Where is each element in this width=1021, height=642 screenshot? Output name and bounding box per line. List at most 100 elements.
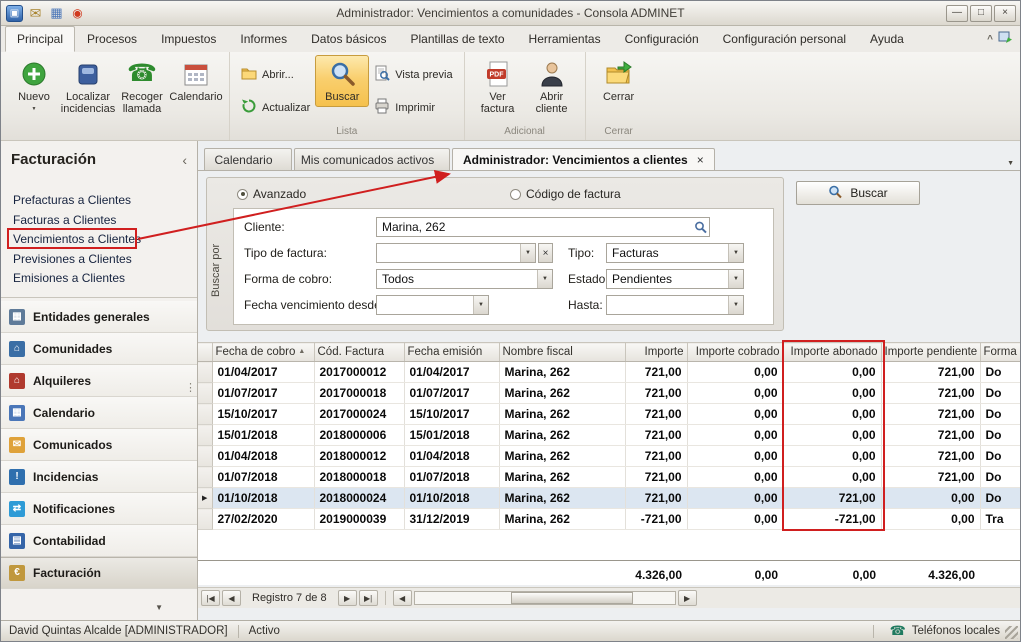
cell-forma[interactable]: Do <box>980 425 1020 446</box>
sidebar-module[interactable]: ! Incidencias <box>1 461 197 493</box>
collapse-ribbon-icon[interactable]: ^ <box>987 34 993 45</box>
cell-forma[interactable]: Do <box>980 488 1020 509</box>
col-importe-cobrado[interactable]: Importe cobrado <box>687 343 783 362</box>
restore-button[interactable]: □ <box>970 5 992 22</box>
calendario-button[interactable]: Calendario <box>169 55 223 107</box>
actualizar-button[interactable]: Actualizar <box>236 96 315 119</box>
cell-importe-pendiente[interactable]: 721,00 <box>881 362 980 383</box>
record-icon[interactable]: ◉ <box>69 5 86 22</box>
tipo-factura-select[interactable]: ▼ <box>376 243 536 263</box>
cliente-input[interactable]: Marina, 262 <box>376 217 710 237</box>
dropdown-icon[interactable]: ▼ <box>537 270 552 288</box>
dropdown-icon[interactable]: ▼ <box>520 244 535 262</box>
dropdown-icon[interactable]: ▼ <box>728 270 743 288</box>
abrir-cliente-button[interactable]: Abrir cliente <box>525 55 579 119</box>
tipo-select[interactable]: Facturas ▼ <box>606 243 744 263</box>
col-cod-factura[interactable]: Cód. Factura <box>314 343 404 362</box>
cell-fecha-emision[interactable]: 31/12/2019 <box>404 509 499 530</box>
search-icon[interactable] <box>691 221 709 234</box>
radio-avanzado[interactable]: Avanzado <box>237 187 306 201</box>
col-nombre-fiscal[interactable]: Nombre fiscal <box>499 343 625 362</box>
cell-nombre-fiscal[interactable]: Marina, 262 <box>499 362 625 383</box>
nav-first-button[interactable]: |◀ <box>201 590 220 606</box>
cell-fecha-cobro[interactable]: 15/10/2017 <box>212 404 314 425</box>
sidebar-module[interactable]: ▦ Calendario <box>1 397 197 429</box>
cell-importe-abonado[interactable]: 0,00 <box>783 383 881 404</box>
cell-fecha-emision[interactable]: 15/01/2018 <box>404 425 499 446</box>
minimize-button[interactable]: — <box>946 5 968 22</box>
ribbon-tab[interactable]: Configuración <box>613 26 711 52</box>
resize-grip[interactable] <box>1005 626 1018 639</box>
abrir-button[interactable]: Abrir... <box>236 63 315 86</box>
cell-importe-cobrado[interactable]: 0,00 <box>687 446 783 467</box>
col-importe-pendiente[interactable]: Importe pendiente <box>881 343 980 362</box>
cell-cod-factura[interactable]: 2018000018 <box>314 467 404 488</box>
cell-cod-factura[interactable]: 2017000012 <box>314 362 404 383</box>
cell-fecha-cobro[interactable]: 01/04/2018 <box>212 446 314 467</box>
cell-fecha-emision[interactable]: 01/07/2017 <box>404 383 499 404</box>
recoger-llamada-button[interactable]: ☎ Recoger llamada <box>115 55 169 119</box>
cell-fecha-emision[interactable]: 01/04/2018 <box>404 446 499 467</box>
cell-fecha-cobro[interactable]: 01/07/2018 <box>212 467 314 488</box>
cell-importe[interactable]: 721,00 <box>625 383 687 404</box>
cell-importe-cobrado[interactable]: 0,00 <box>687 425 783 446</box>
cell-nombre-fiscal[interactable]: Marina, 262 <box>499 509 625 530</box>
cell-fecha-cobro[interactable]: 27/02/2020 <box>212 509 314 530</box>
cell-fecha-emision[interactable]: 01/07/2018 <box>404 467 499 488</box>
scrollbar-thumb[interactable] <box>511 592 633 604</box>
imprimir-button[interactable]: Imprimir <box>369 96 457 119</box>
table-row[interactable]: 01/07/2018 2018000018 01/07/2018 Marina,… <box>198 467 1020 488</box>
close-tab-icon[interactable]: × <box>697 153 704 167</box>
dropdown-icon[interactable]: ▼ <box>728 296 743 314</box>
scroll-right-button[interactable]: ▶ <box>678 590 697 606</box>
cell-importe-cobrado[interactable]: 0,00 <box>687 383 783 404</box>
mail-icon[interactable]: ✉ <box>27 5 44 22</box>
cell-importe-cobrado[interactable]: 0,00 <box>687 509 783 530</box>
cell-importe-cobrado[interactable]: 0,00 <box>687 404 783 425</box>
sidebar-link[interactable]: Previsiones a Clientes <box>1 250 197 270</box>
sidebar-module[interactable]: ⇄ Notificaciones <box>1 493 197 525</box>
table-row[interactable]: 15/01/2018 2018000006 15/01/2018 Marina,… <box>198 425 1020 446</box>
ribbon-tab[interactable]: Configuración personal <box>711 26 858 52</box>
forma-cobro-select[interactable]: Todos ▼ <box>376 269 553 289</box>
cell-importe-pendiente[interactable]: 721,00 <box>881 467 980 488</box>
cell-nombre-fiscal[interactable]: Marina, 262 <box>499 383 625 404</box>
cell-importe-pendiente[interactable]: 721,00 <box>881 404 980 425</box>
sidebar-module[interactable]: ⌂ Comunidades <box>1 333 197 365</box>
dropdown-icon[interactable]: ▼ <box>728 244 743 262</box>
fecha-desde-select[interactable]: ▼ <box>376 295 489 315</box>
cell-forma[interactable]: Do <box>980 383 1020 404</box>
ribbon-tab[interactable]: Informes <box>228 26 299 52</box>
ribbon-tab[interactable]: Ayuda <box>858 26 916 52</box>
splitter-handle[interactable]: ⋮ <box>185 381 196 394</box>
col-forma[interactable]: Forma <box>980 343 1020 362</box>
cell-forma[interactable]: Tra <box>980 509 1020 530</box>
cell-cod-factura[interactable]: 2019000039 <box>314 509 404 530</box>
cell-cod-factura[interactable]: 2017000024 <box>314 404 404 425</box>
local-phones-label[interactable]: Teléfonos locales <box>912 625 1000 637</box>
nav-last-button[interactable]: ▶| <box>359 590 378 606</box>
localizar-incidencias-button[interactable]: Localizar incidencias <box>61 55 115 119</box>
cell-importe-abonado[interactable]: 0,00 <box>783 404 881 425</box>
cell-cod-factura[interactable]: 2018000012 <box>314 446 404 467</box>
cell-importe[interactable]: -721,00 <box>625 509 687 530</box>
sidebar-link[interactable]: Facturas a Clientes <box>1 211 197 231</box>
document-tab[interactable]: Administrador: Vencimientos a clientes × <box>452 148 715 170</box>
cell-importe[interactable]: 721,00 <box>625 425 687 446</box>
sidebar-module[interactable]: ✉ Comunicados <box>1 429 197 461</box>
col-fecha-emision[interactable]: Fecha emisión <box>404 343 499 362</box>
radio-codigo-factura[interactable]: Código de factura <box>510 187 621 201</box>
sidebar-module[interactable]: ⌂ Alquileres <box>1 365 197 397</box>
ribbon-tab[interactable]: Plantillas de texto <box>398 26 516 52</box>
cell-fecha-cobro[interactable]: 01/07/2017 <box>212 383 314 404</box>
ribbon-tab[interactable]: Datos básicos <box>299 26 398 52</box>
sidebar-module[interactable]: ▦ Entidades generales <box>1 301 197 333</box>
cell-importe-pendiente[interactable]: 721,00 <box>881 425 980 446</box>
ribbon-tab[interactable]: Principal <box>5 26 75 52</box>
sidebar-module[interactable]: ▤ Contabilidad <box>1 525 197 557</box>
document-tab[interactable]: Calendario <box>204 148 292 170</box>
sidebar-link[interactable]: Vencimientos a Clientes <box>1 230 197 250</box>
cell-nombre-fiscal[interactable]: Marina, 262 <box>499 488 625 509</box>
cell-importe-abonado[interactable]: 721,00 <box>783 488 881 509</box>
cell-fecha-cobro[interactable]: 01/10/2018 <box>212 488 314 509</box>
